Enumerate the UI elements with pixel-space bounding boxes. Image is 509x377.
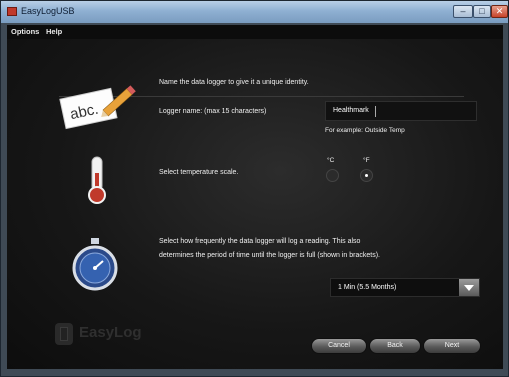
logging-rate-value: 1 Min (5.5 Months) xyxy=(338,284,397,291)
logging-rate-select[interactable]: 1 Min (5.5 Months) xyxy=(330,278,480,297)
logger-name-input[interactable]: Healthmark xyxy=(325,101,477,121)
menu-help[interactable]: Help xyxy=(46,27,62,36)
name-description: Name the data logger to give it a unique… xyxy=(159,79,309,86)
logo-mark-icon xyxy=(55,323,73,345)
logger-name-label: Logger name: (max 15 characters) xyxy=(159,108,267,115)
wizard-panel: abc. Name the data logger to give it a u… xyxy=(7,39,503,369)
title-bar: EasyLogUSB – □ ✕ xyxy=(1,1,508,23)
fahrenheit-label: °F xyxy=(363,157,370,164)
logger-name-value: Healthmark xyxy=(333,107,369,114)
text-caret xyxy=(375,106,376,117)
app-logo-icon xyxy=(7,7,17,16)
cancel-button[interactable]: Cancel xyxy=(311,338,367,354)
app-window: EasyLogUSB – □ ✕ Options Help abc. Name … xyxy=(0,0,509,377)
fahrenheit-radio[interactable] xyxy=(360,169,373,182)
chevron-down-icon[interactable] xyxy=(459,279,479,296)
menu-bar: Options Help xyxy=(7,25,503,39)
abc-pencil-icon: abc. xyxy=(59,85,136,130)
celsius-radio[interactable] xyxy=(326,169,339,182)
rate-description-line1: Select how frequently the data logger wi… xyxy=(159,238,361,245)
logo-text: EasyLog xyxy=(79,324,142,341)
temperature-scale-label: Select temperature scale. xyxy=(159,169,239,176)
stopwatch-icon xyxy=(72,238,118,291)
back-button[interactable]: Back xyxy=(369,338,421,354)
menu-options[interactable]: Options xyxy=(11,27,39,36)
close-button[interactable]: ✕ xyxy=(491,5,508,18)
next-button[interactable]: Next xyxy=(423,338,481,354)
rate-description-line2: determines the period of time until the … xyxy=(159,252,380,259)
maximize-button[interactable]: □ xyxy=(473,5,491,18)
thermometer-icon xyxy=(88,156,106,204)
window-title: EasyLogUSB xyxy=(21,6,75,16)
minimize-button[interactable]: – xyxy=(453,5,473,18)
logger-name-example: For example: Outside Temp xyxy=(325,127,405,134)
celsius-label: °C xyxy=(327,157,335,164)
